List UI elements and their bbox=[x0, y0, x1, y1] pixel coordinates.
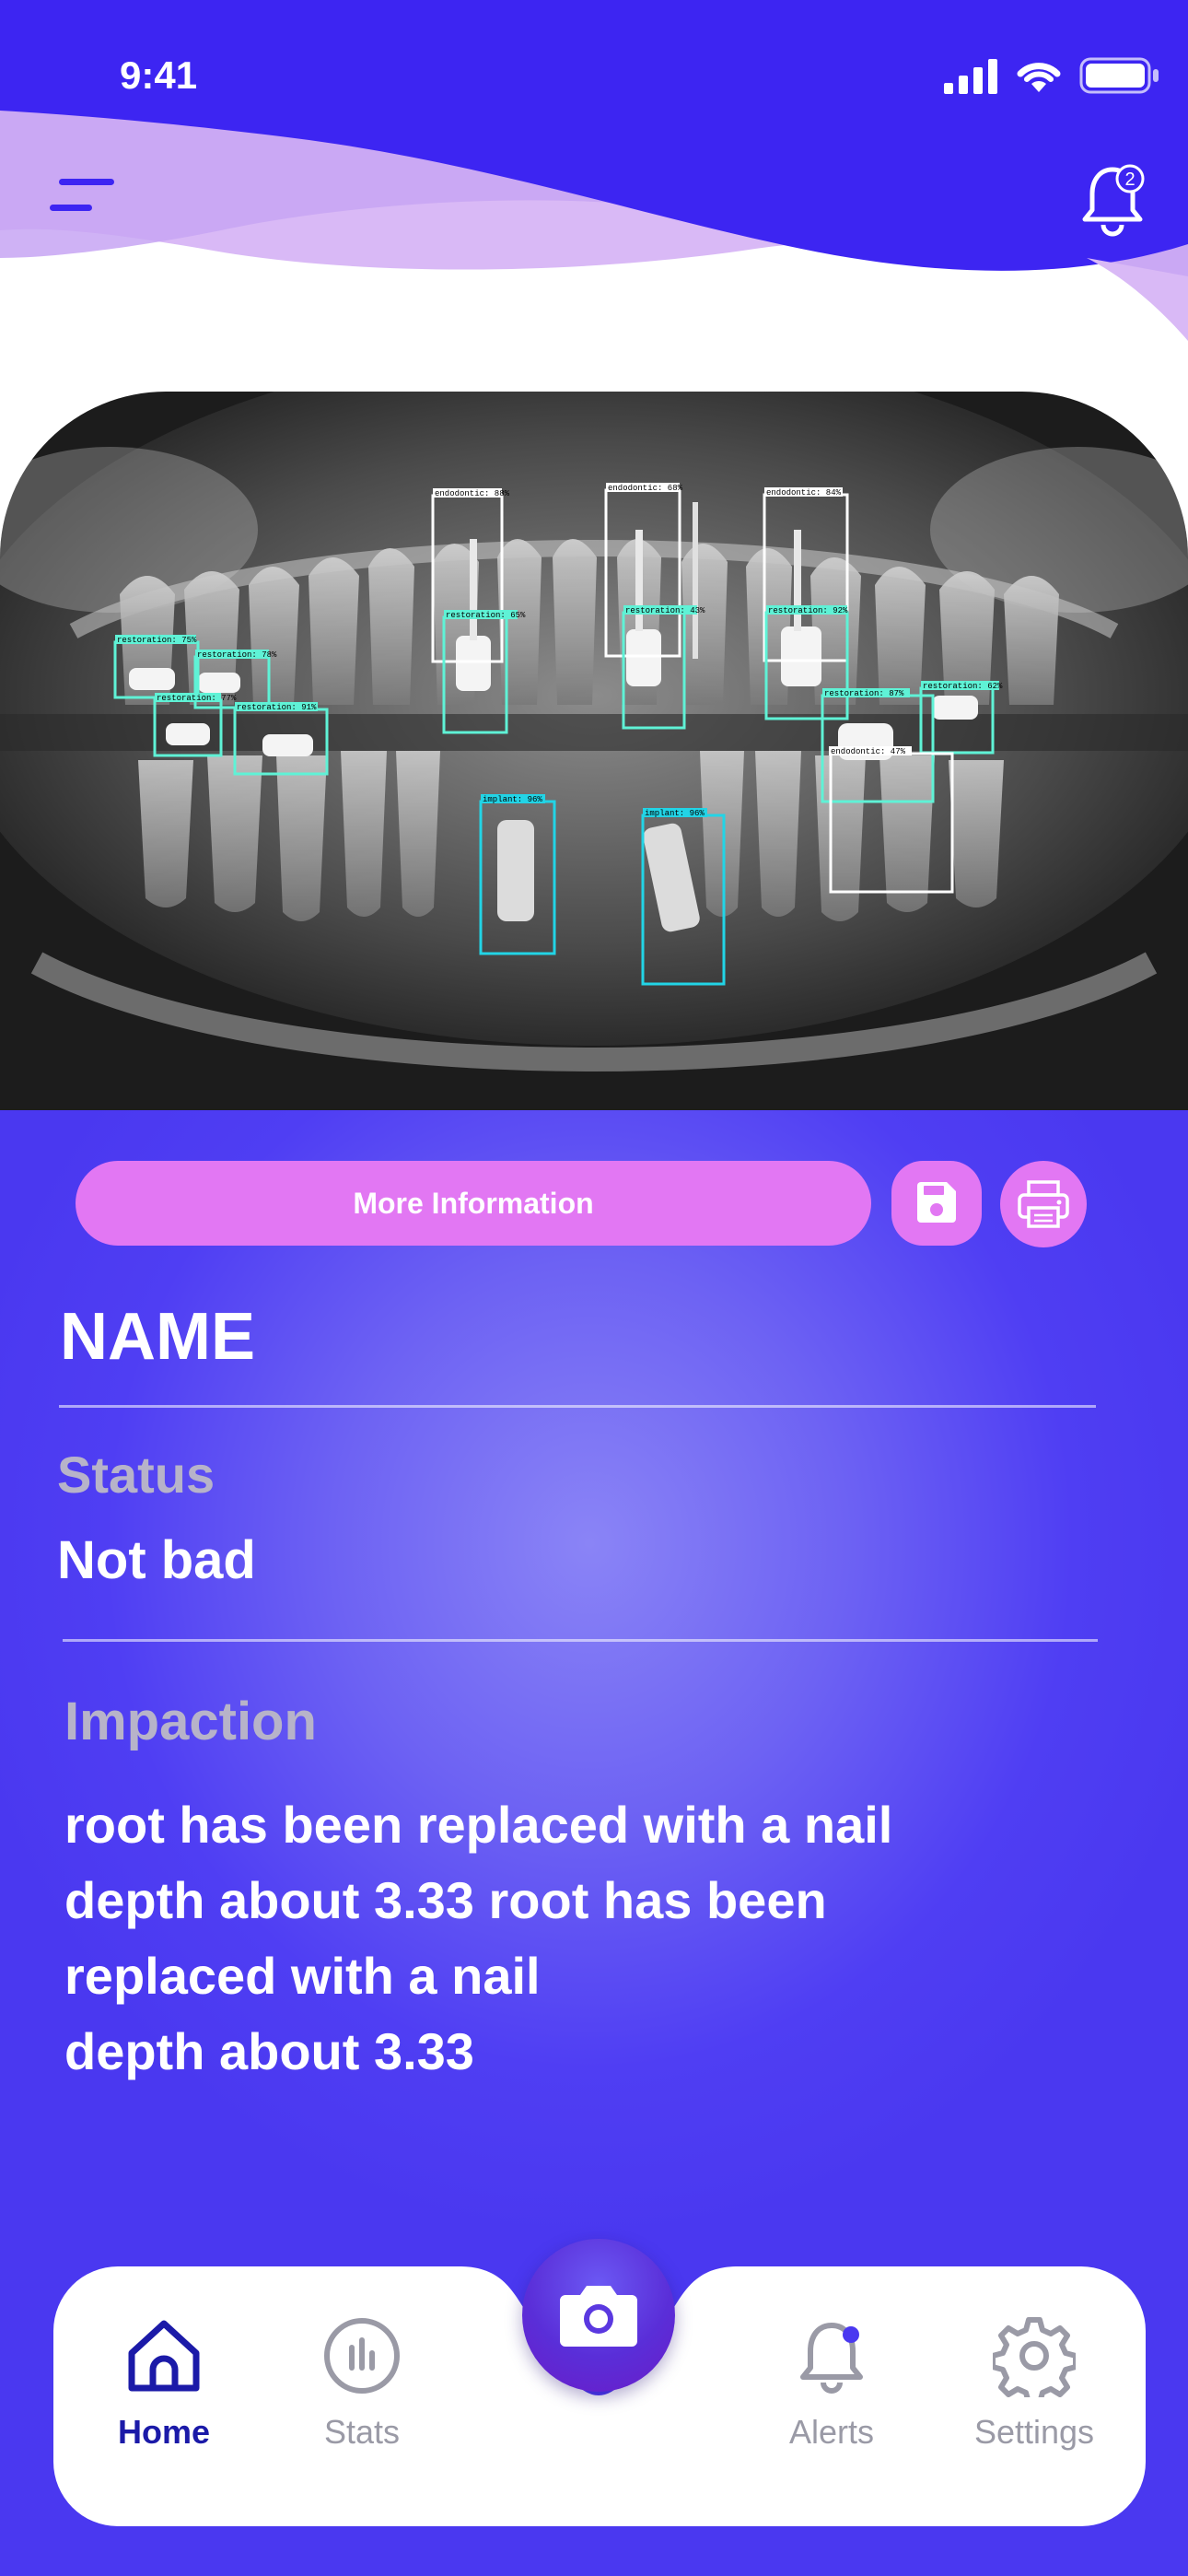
save-icon bbox=[917, 1182, 956, 1223]
nav-alerts-label: Alerts bbox=[788, 2413, 875, 2451]
wifi-icon bbox=[1017, 63, 1061, 92]
nav-alerts[interactable]: Alerts bbox=[740, 2314, 924, 2452]
home-icon bbox=[128, 2320, 200, 2392]
status-value: Not bad bbox=[57, 1530, 256, 1590]
print-button[interactable] bbox=[1000, 1161, 1087, 1247]
nav-settings-label: Settings bbox=[973, 2413, 1095, 2451]
nav-home[interactable]: Home bbox=[72, 2314, 256, 2452]
header: 9:41 2 bbox=[0, 0, 1188, 396]
status-bar-time: 9:41 bbox=[120, 53, 198, 97]
cellular-signal-icon bbox=[944, 59, 997, 94]
divider bbox=[59, 1405, 1096, 1408]
detection-label: restoration: 62% bbox=[923, 682, 1003, 691]
status-label: Status bbox=[57, 1446, 215, 1504]
stats-icon bbox=[324, 2318, 400, 2394]
nav-stats-label: Stats bbox=[323, 2413, 401, 2451]
detection-label: restoration: 87% bbox=[824, 689, 904, 698]
nav-home-label: Home bbox=[117, 2413, 211, 2451]
notification-count-badge: 2 bbox=[1124, 170, 1135, 190]
xray-svg: restoration: 75% restoration: 78% restor… bbox=[0, 392, 1188, 1115]
detection-label: implant: 96% bbox=[483, 795, 542, 804]
impaction-label: Impaction bbox=[64, 1692, 317, 1751]
nav-stats[interactable]: Stats bbox=[270, 2314, 454, 2452]
battery-icon bbox=[1079, 57, 1159, 94]
divider bbox=[63, 1639, 1098, 1642]
detection-label: endodontic: 47% bbox=[831, 747, 906, 756]
detection-label: endodontic: 68% bbox=[608, 484, 683, 493]
patient-name: NAME bbox=[60, 1300, 255, 1374]
detection-label: implant: 96% bbox=[645, 809, 705, 818]
dental-xray-image: restoration: 75% restoration: 78% restor… bbox=[0, 392, 1188, 1115]
printer-icon bbox=[1018, 1180, 1069, 1228]
camera-button[interactable] bbox=[522, 2239, 675, 2392]
impaction-description: root has been replaced with a nail depth… bbox=[64, 1796, 893, 2080]
more-information-button[interactable]: More Information bbox=[76, 1161, 871, 1246]
detection-label: restoration: 78% bbox=[197, 650, 277, 660]
detection-label: restoration: 77% bbox=[157, 694, 237, 703]
menu-icon[interactable] bbox=[50, 175, 120, 216]
detection-label: endodontic: 84% bbox=[766, 488, 842, 498]
detection-label: restoration: 75% bbox=[117, 636, 197, 645]
detection-label: restoration: 65% bbox=[446, 611, 526, 620]
detection-label: restoration: 92% bbox=[768, 606, 848, 615]
alerts-bell-icon bbox=[800, 2323, 863, 2394]
camera-icon bbox=[560, 2286, 637, 2347]
nav-settings[interactable]: Settings bbox=[942, 2314, 1126, 2452]
settings-gear-icon bbox=[990, 2317, 1078, 2406]
detection-label: endodontic: 88% bbox=[435, 489, 510, 498]
save-button[interactable] bbox=[891, 1161, 982, 1246]
notification-bell-icon[interactable]: 2 bbox=[1079, 158, 1149, 238]
detection-label: restoration: 43% bbox=[625, 606, 705, 615]
detection-label: restoration: 91% bbox=[237, 703, 317, 712]
